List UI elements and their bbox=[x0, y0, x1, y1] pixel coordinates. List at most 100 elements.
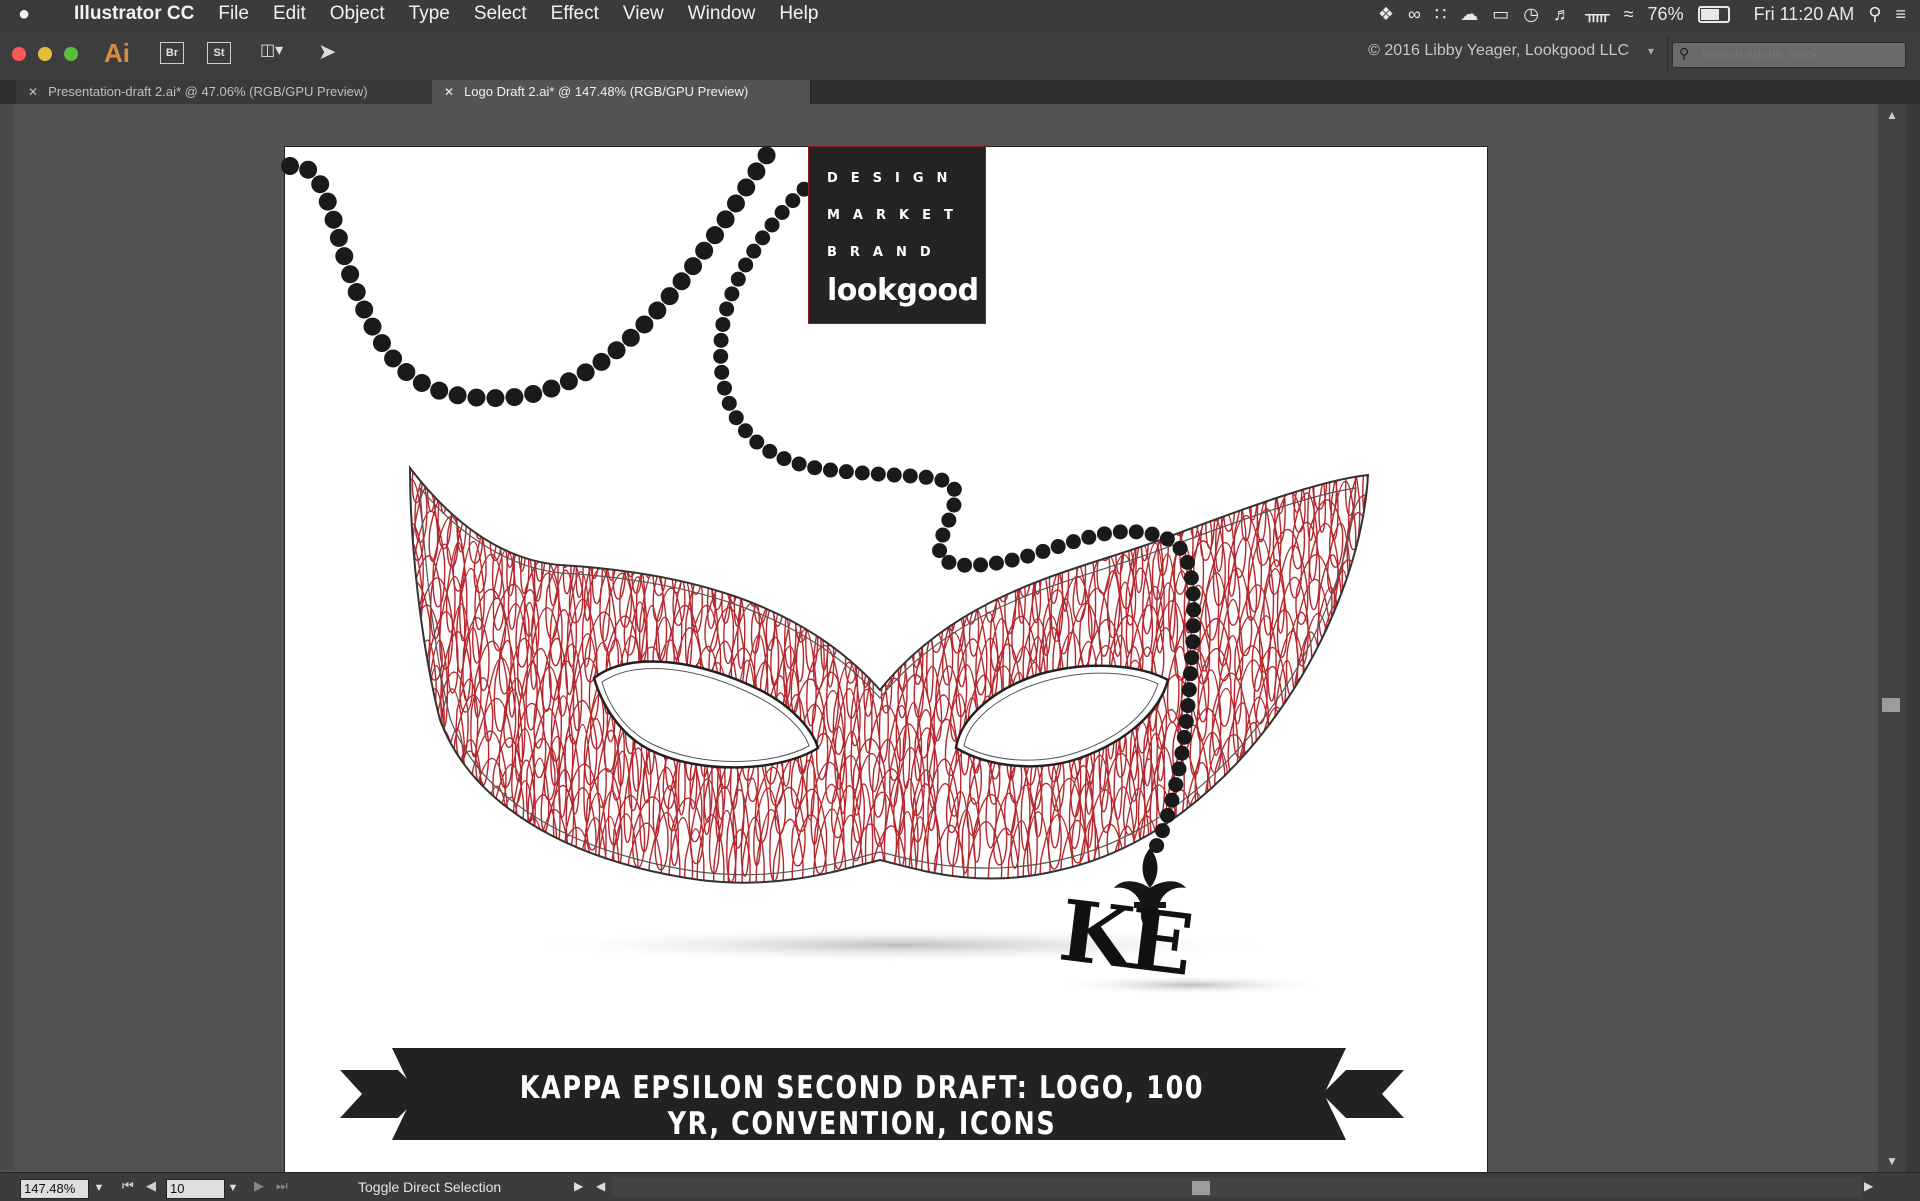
logo-wordmark: lookgood bbox=[827, 273, 979, 308]
bead bbox=[1185, 634, 1201, 650]
bead bbox=[1154, 823, 1170, 839]
bead bbox=[988, 555, 1004, 571]
previous-artboard-icon[interactable]: ◀ bbox=[146, 1178, 156, 1194]
logo-line-brand: BRAND bbox=[827, 245, 944, 260]
bead bbox=[1184, 650, 1200, 666]
next-artboard-icon[interactable]: ▶ bbox=[254, 1178, 264, 1194]
bead bbox=[486, 389, 505, 408]
bead bbox=[749, 434, 765, 450]
bead bbox=[738, 257, 754, 273]
bead bbox=[329, 228, 348, 247]
bead bbox=[524, 384, 543, 403]
artboard-dropdown-icon[interactable]: ▼ bbox=[224, 1179, 242, 1197]
bead bbox=[757, 146, 776, 165]
bead bbox=[542, 379, 561, 398]
bead bbox=[886, 467, 902, 483]
bead bbox=[957, 557, 973, 573]
bead bbox=[807, 460, 823, 476]
bead bbox=[726, 194, 745, 213]
bead bbox=[724, 286, 740, 302]
bead bbox=[791, 456, 807, 472]
bead bbox=[762, 443, 778, 459]
bead bbox=[854, 465, 870, 481]
logo-line-market: MARKET bbox=[827, 208, 966, 223]
bead bbox=[776, 451, 792, 467]
bead bbox=[335, 247, 354, 266]
bead bbox=[715, 316, 731, 332]
bead bbox=[746, 243, 762, 259]
bead bbox=[1179, 554, 1195, 570]
scroll-left-icon[interactable]: ◀ bbox=[596, 1179, 605, 1193]
bead bbox=[559, 372, 578, 391]
vertical-scrollbar[interactable]: ▲ ▼ bbox=[1878, 104, 1906, 1172]
bead bbox=[870, 466, 886, 482]
bead bbox=[281, 157, 299, 175]
bead bbox=[1180, 698, 1196, 714]
bead bbox=[1176, 729, 1192, 745]
status-text[interactable]: Toggle Direct Selection bbox=[358, 1179, 501, 1195]
bead bbox=[347, 283, 366, 302]
bead bbox=[341, 265, 360, 284]
vertical-scroll-thumb[interactable] bbox=[1882, 698, 1900, 712]
bead bbox=[935, 527, 951, 543]
bead bbox=[721, 395, 737, 411]
right-panel-edge bbox=[1906, 104, 1920, 1172]
bead bbox=[1035, 543, 1051, 559]
bead bbox=[946, 497, 962, 513]
horizontal-scrollbar[interactable] bbox=[612, 1177, 1862, 1197]
bead bbox=[1168, 777, 1184, 793]
bead bbox=[1178, 713, 1194, 729]
zoom-dropdown-icon[interactable]: ▼ bbox=[90, 1179, 108, 1197]
scroll-up-icon[interactable]: ▲ bbox=[1886, 108, 1898, 122]
bead bbox=[1050, 539, 1066, 555]
bead bbox=[505, 388, 524, 407]
bead bbox=[785, 193, 801, 209]
bead bbox=[311, 175, 330, 194]
last-artboard-icon[interactable]: ⏭ bbox=[276, 1178, 288, 1194]
bead bbox=[1186, 618, 1202, 634]
bead bbox=[695, 241, 714, 260]
bead bbox=[838, 464, 854, 480]
logo-line-design: DESIGN bbox=[827, 171, 961, 186]
bead bbox=[607, 341, 626, 360]
lookgood-logo: DESIGN MARKET BRAND lookgood bbox=[808, 146, 986, 324]
bead bbox=[324, 210, 343, 229]
bead bbox=[918, 469, 934, 485]
bead bbox=[648, 301, 667, 320]
bead bbox=[299, 160, 318, 179]
bead bbox=[1171, 761, 1187, 777]
bead bbox=[973, 557, 989, 573]
bead bbox=[355, 300, 374, 319]
bead bbox=[1183, 570, 1199, 586]
bead bbox=[1128, 524, 1144, 540]
bead bbox=[372, 334, 391, 353]
scribble-stroke bbox=[410, 507, 1368, 613]
scribble-stroke bbox=[410, 468, 1368, 553]
horizontal-scroll-thumb[interactable] bbox=[1192, 1181, 1210, 1195]
bead bbox=[1172, 540, 1188, 556]
banner-title: KAPPA EPSILON SECOND DRAFT: LOGO, 100 YR… bbox=[519, 1070, 1205, 1142]
bead bbox=[932, 543, 948, 559]
scroll-right-icon[interactable]: ▶ bbox=[1864, 1179, 1873, 1193]
bead bbox=[1020, 548, 1036, 564]
bead bbox=[713, 348, 729, 364]
bead bbox=[1081, 529, 1097, 545]
bead bbox=[1185, 586, 1201, 602]
scroll-down-icon[interactable]: ▼ bbox=[1886, 1154, 1898, 1168]
bead bbox=[397, 363, 416, 382]
status-menu-arrow-icon[interactable]: ▶ bbox=[574, 1179, 583, 1193]
zoom-level-field[interactable]: 147.48% bbox=[20, 1179, 89, 1199]
bead bbox=[430, 381, 449, 400]
bead bbox=[1144, 526, 1160, 542]
bead bbox=[822, 462, 838, 478]
scribble-stroke bbox=[410, 808, 1368, 883]
first-artboard-icon[interactable]: ⏮ bbox=[122, 1178, 134, 1194]
bead bbox=[1164, 792, 1180, 808]
bead bbox=[576, 363, 595, 382]
bead bbox=[384, 349, 403, 368]
artboard-number-field[interactable]: 10 bbox=[166, 1179, 225, 1199]
bead bbox=[1174, 745, 1190, 761]
bead bbox=[592, 352, 611, 371]
bead bbox=[714, 364, 730, 380]
bead bbox=[902, 468, 918, 484]
